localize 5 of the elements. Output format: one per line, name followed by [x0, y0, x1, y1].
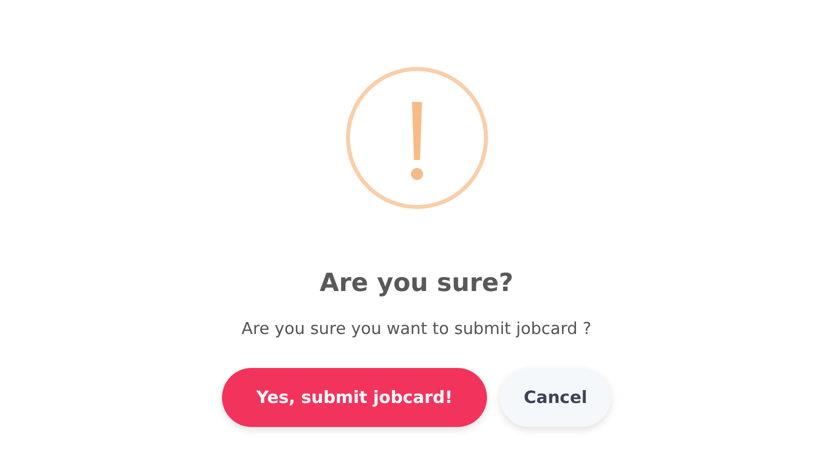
- cancel-button[interactable]: Cancel: [500, 368, 611, 427]
- dialog-message: Are you sure you want to submit jobcard ?: [242, 319, 592, 338]
- dialog-title: Are you sure?: [320, 268, 514, 297]
- confirm-button[interactable]: Yes, submit jobcard!: [222, 368, 487, 427]
- warning-icon: [344, 66, 488, 210]
